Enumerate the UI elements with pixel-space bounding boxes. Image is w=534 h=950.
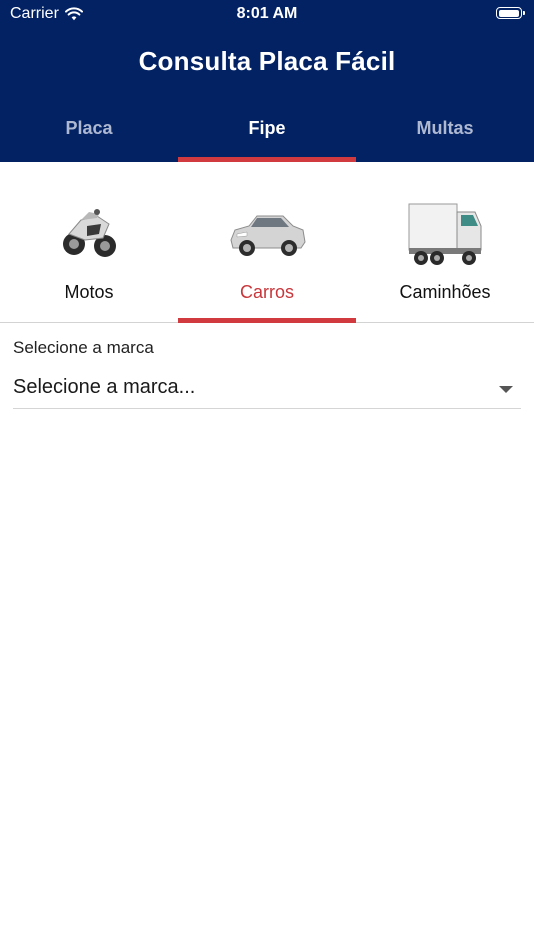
vehicle-label-motos: Motos <box>64 282 114 302</box>
vehicle-tab-motos[interactable]: Motos <box>0 162 178 322</box>
brand-select-value: Selecione a marca... <box>13 376 196 398</box>
tab-placa[interactable]: Placa <box>0 104 178 162</box>
motorcycle-icon <box>63 209 116 257</box>
brand-field-label: Selecione a marca <box>13 338 154 357</box>
car-icon <box>230 215 306 256</box>
tab-multas[interactable]: Multas <box>356 104 534 162</box>
app-screen: Carrier 8:01 AM Consulta Placa Fácil Pla… <box>0 0 534 950</box>
vehicle-label-carros: Carros <box>239 282 294 302</box>
vehicle-label-caminhoes: Caminhões <box>399 282 491 302</box>
status-time: 8:01 AM <box>236 5 298 22</box>
brand-select[interactable]: Selecione a marca... <box>13 370 521 409</box>
app-title: Consulta Placa Fácil <box>138 46 396 76</box>
top-tab-bar: Placa Fipe Multas <box>0 104 534 162</box>
truck-icon <box>408 203 482 265</box>
vehicle-tab-caminhoes[interactable]: Caminhões <box>356 162 534 322</box>
battery-icon <box>496 7 525 19</box>
app-header: Carrier 8:01 AM Consulta Placa Fácil Pla… <box>0 0 534 162</box>
dropdown-arrow-icon <box>499 386 513 393</box>
status-bar: Carrier 8:01 AM <box>0 0 534 28</box>
vehicle-type-tabs: Motos Carros Caminhões <box>0 162 534 323</box>
vehicle-tab-carros[interactable]: Carros <box>178 162 356 323</box>
tab-fipe[interactable]: Fipe <box>178 104 356 162</box>
